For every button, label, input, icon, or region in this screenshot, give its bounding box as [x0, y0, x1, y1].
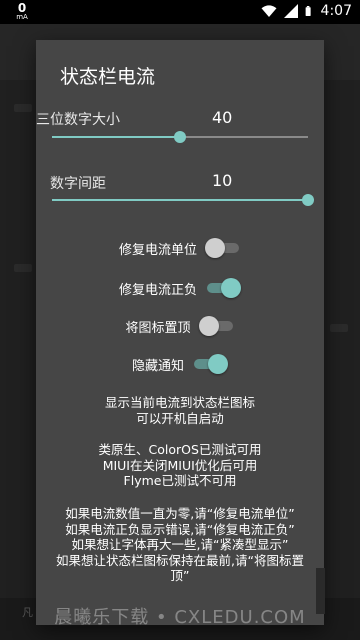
switch-thumb	[205, 238, 225, 258]
switch-thumb	[208, 354, 228, 374]
switch-row-pin-icon[interactable]: 将图标置顶	[36, 314, 324, 338]
info-line: 如果电流正负显示错误,请“修复电流正负”	[65, 521, 295, 537]
switch-label: 修复电流单位	[118, 242, 197, 258]
info-line: Flyme已测试不可用	[123, 473, 237, 488]
slider-value-digit-size: 40	[212, 108, 233, 127]
dialog-title: 状态栏电流	[60, 66, 156, 88]
switch-label: 修复电流正负	[118, 282, 197, 298]
info-line: 如果想让状态栏图标保持在最前,请“将图标置	[56, 552, 304, 568]
fix-sign-switch[interactable]	[205, 278, 241, 298]
info-autostart: 显示当前电流到状态栏图标 可以开机自启动	[36, 395, 324, 426]
battery-icon	[305, 6, 311, 16]
wifi-icon	[261, 5, 277, 17]
switch-row-fix-sign[interactable]: 修复电流正负	[36, 276, 324, 300]
switch-label: 将图标置顶	[125, 320, 191, 336]
info-line: 顶”	[170, 568, 190, 583]
slider-thumb[interactable]	[174, 131, 186, 143]
status-bar: 0 mA 4:07	[0, 0, 360, 24]
settings-dialog: 状态栏电流 三位数字大小 40 数字间距 10 修复电流单位 修复电流正负 将图…	[36, 40, 324, 625]
pin-icon-switch[interactable]	[198, 316, 235, 336]
info-line: 类原生、ColorOS已测试可用	[98, 442, 262, 457]
slider-fill	[52, 136, 180, 138]
digit-size-slider[interactable]	[52, 130, 308, 144]
info-line: 可以开机自启动	[136, 410, 224, 426]
hide-notification-switch[interactable]	[192, 354, 228, 374]
slider-label-digit-size: 三位数字大小	[36, 112, 120, 128]
slider-value-digit-spacing: 10	[212, 171, 233, 190]
switch-thumb	[221, 278, 241, 298]
slider-thumb[interactable]	[302, 194, 314, 206]
slider-fill	[52, 199, 308, 201]
switch-thumb	[198, 316, 219, 336]
switch-label: 隐藏通知	[131, 358, 184, 374]
info-line: 显示当前电流到状态栏图标	[104, 395, 255, 410]
clock: 4:07	[320, 3, 352, 19]
slider-label-digit-spacing: 数字间距	[50, 176, 106, 192]
switch-row-hide-notification[interactable]: 隐藏通知	[36, 352, 324, 376]
fix-unit-switch[interactable]	[205, 238, 241, 258]
background-line	[14, 104, 32, 112]
net-speed-unit: mA	[16, 13, 28, 21]
info-line: 如果想让字体再大一些,请“紧凑型显示”	[71, 537, 289, 552]
info-line: 如果电流数值一直为零,请“修复电流单位”	[65, 506, 295, 521]
info-tips: 如果电流数值一直为零,请“修复电流单位” 如果电流正负显示错误,请“修复电流正负…	[36, 506, 324, 584]
background-line	[14, 264, 32, 272]
switch-row-fix-unit[interactable]: 修复电流单位	[36, 236, 324, 260]
background-line	[330, 324, 348, 332]
digit-spacing-slider[interactable]	[52, 193, 314, 207]
net-speed-indicator: 0 mA	[12, 2, 32, 21]
info-line: MIUI在关闭MIUI优化后可用	[102, 457, 258, 473]
watermark: 晨曦乐下载 • CXLEDU.COM	[54, 607, 306, 628]
signal-icon	[283, 4, 298, 18]
info-compatibility: 类原生、ColorOS已测试可用 MIUI在关闭MIUI优化后可用 Flyme已…	[36, 442, 324, 489]
